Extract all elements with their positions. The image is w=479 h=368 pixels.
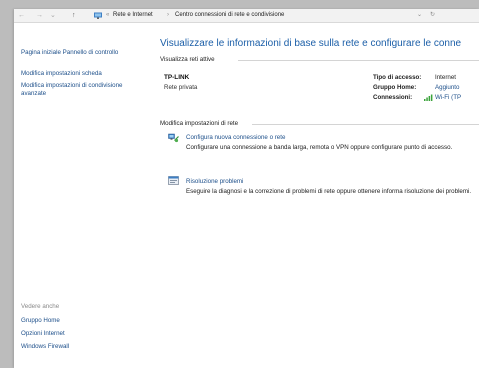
page-title: Visualizzare le informazioni di base sul… [160, 38, 462, 49]
section-divider [252, 124, 479, 125]
access-type-label: Tipo di accesso: [373, 74, 422, 81]
setup-new-connection-link[interactable]: Configura nuova connessione o rete [186, 134, 285, 141]
change-settings-heading: Modifica impostazioni di rete [160, 120, 239, 127]
access-type-value: Internet [435, 74, 456, 81]
back-arrow-icon[interactable]: ← [18, 9, 25, 22]
see-also-heading: Vedere anche [21, 303, 60, 310]
internet-options-link[interactable]: Opzioni Internet [21, 330, 146, 338]
control-panel-home-link[interactable]: Pagina iniziale Pannello di controllo [21, 49, 121, 57]
troubleshoot-problems-desc: Eseguire la diagnosi e la correzione di … [186, 188, 472, 195]
section-divider [238, 60, 479, 61]
address-dropdown-icon[interactable]: ⌄ [417, 9, 422, 22]
address-bar[interactable]: ← → ⌄ ↑ « Rete e Internet › Centro conne… [14, 9, 479, 23]
breadcrumb-separator: « [106, 12, 110, 18]
breadcrumb-separator: › [167, 12, 169, 18]
left-panel: Pagina iniziale Pannello di controllo Mo… [14, 23, 152, 368]
wifi-signal-icon [424, 94, 433, 101]
active-networks-heading: Visualizza reti attive [160, 56, 215, 63]
network-name: TP-LINK [164, 74, 190, 81]
homegroup-value-link[interactable]: Aggiunto [435, 84, 459, 91]
windows-firewall-link[interactable]: Windows Firewall [21, 343, 146, 351]
connections-label: Connessioni: [373, 94, 413, 101]
network-setup-icon [168, 133, 179, 143]
wifi-connection-link[interactable]: Wi-Fi (TP [435, 94, 461, 101]
network-center-window: ← → ⌄ ↑ « Rete e Internet › Centro conne… [14, 9, 479, 368]
troubleshoot-icon [168, 176, 179, 185]
main-content: Visualizzare le informazioni di base sul… [160, 23, 479, 368]
homegroup-link[interactable]: Gruppo Home [21, 317, 146, 325]
breadcrumb-rete-internet[interactable]: Rete e Internet [113, 9, 153, 22]
change-adapter-settings-link[interactable]: Modifica impostazioni scheda [21, 70, 146, 78]
network-type[interactable]: Rete privata [164, 84, 197, 91]
homegroup-label: Gruppo Home: [373, 84, 417, 91]
control-panel-icon [94, 12, 102, 19]
dropdown-history-icon[interactable]: ⌄ [50, 9, 56, 22]
advanced-sharing-settings-link[interactable]: Modifica impostazioni di condivisione av… [21, 82, 131, 98]
up-arrow-icon[interactable]: ↑ [72, 9, 76, 22]
breadcrumb-network-center[interactable]: Centro connessioni di rete e condivision… [175, 9, 284, 22]
troubleshoot-problems-link[interactable]: Risoluzione problemi [186, 178, 243, 185]
refresh-icon[interactable]: ↻ [430, 9, 435, 22]
setup-new-connection-desc: Configurare una connessione a banda larg… [186, 144, 453, 151]
forward-arrow-icon[interactable]: → [36, 9, 43, 22]
